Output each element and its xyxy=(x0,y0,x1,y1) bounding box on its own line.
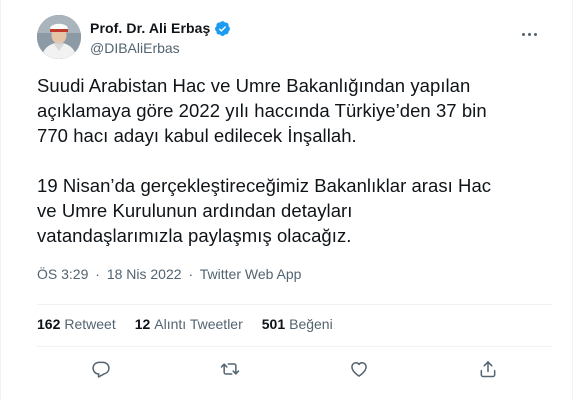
verified-badge-icon xyxy=(214,20,231,37)
tweet-time[interactable]: ÖS 3:29 xyxy=(37,266,88,282)
tweet-stats: 162 Retweet 12 Alıntı Tweetler 501 Beğeni xyxy=(37,316,352,332)
tweet-text: Suudi Arabistan Hac ve Umre Bakanlığında… xyxy=(37,73,567,248)
reply-button[interactable] xyxy=(84,354,118,384)
like-count-label: Beğeni xyxy=(289,316,333,332)
tweet-date[interactable]: 18 Nis 2022 xyxy=(107,266,182,282)
tweet-line: ve Umre Kurulunun ardından detayları xyxy=(37,200,353,221)
retweet-count-number: 162 xyxy=(37,316,61,332)
handle[interactable]: @DIBAliErbas xyxy=(90,40,231,56)
tweet-card: Prof. Dr. Ali Erbaş @DIBAliErbas Suudi A… xyxy=(0,0,573,400)
like-button[interactable] xyxy=(342,354,376,384)
meta-separator: · xyxy=(95,266,100,282)
author-names: Prof. Dr. Ali Erbaş @DIBAliErbas xyxy=(90,19,231,56)
like-count[interactable]: 501 Beğeni xyxy=(262,316,333,332)
tweet-source[interactable]: Twitter Web App xyxy=(200,266,302,282)
profile-photo-icon xyxy=(37,15,81,59)
tweet-line: vatandaşlarımızla paylaşmış olacağız. xyxy=(37,225,352,246)
display-name[interactable]: Prof. Dr. Ali Erbaş xyxy=(90,20,210,36)
tweet-line: Suudi Arabistan Hac ve Umre Bakanlığında… xyxy=(37,75,471,96)
quote-count-number: 12 xyxy=(134,316,151,332)
share-icon xyxy=(480,361,496,378)
retweet-count[interactable]: 162 Retweet xyxy=(37,316,116,332)
more-options-icon[interactable] xyxy=(516,24,542,44)
tweet-header: Prof. Dr. Ali Erbaş @DIBAliErbas xyxy=(37,12,552,62)
tweet-line: 19 Nisan’da gerçekleştireceğimiz Bakanlı… xyxy=(37,175,492,196)
tweet-actions xyxy=(37,354,552,384)
retweet-count-label: Retweet xyxy=(64,316,116,332)
share-button[interactable] xyxy=(471,354,505,384)
like-count-number: 501 xyxy=(261,316,286,332)
like-icon xyxy=(351,362,367,377)
avatar[interactable] xyxy=(37,15,81,59)
reply-icon xyxy=(92,361,111,378)
tweet-line: 770 hacı adayı kabul edilecek İnşallah. xyxy=(37,125,357,146)
retweet-button[interactable] xyxy=(213,354,247,384)
tweet-line: açıklamaya göre 2022 yılı haccında Türki… xyxy=(37,100,487,121)
divider xyxy=(37,346,552,347)
quote-count-label: Alıntı Tweetler xyxy=(154,316,243,332)
quote-count[interactable]: 12 Alıntı Tweetler xyxy=(135,316,243,332)
tweet-meta: ÖS 3:29 · 18 Nis 2022 · Twitter Web App xyxy=(37,266,301,282)
divider xyxy=(37,304,552,305)
retweet-icon xyxy=(220,363,240,375)
meta-separator: · xyxy=(188,266,194,282)
